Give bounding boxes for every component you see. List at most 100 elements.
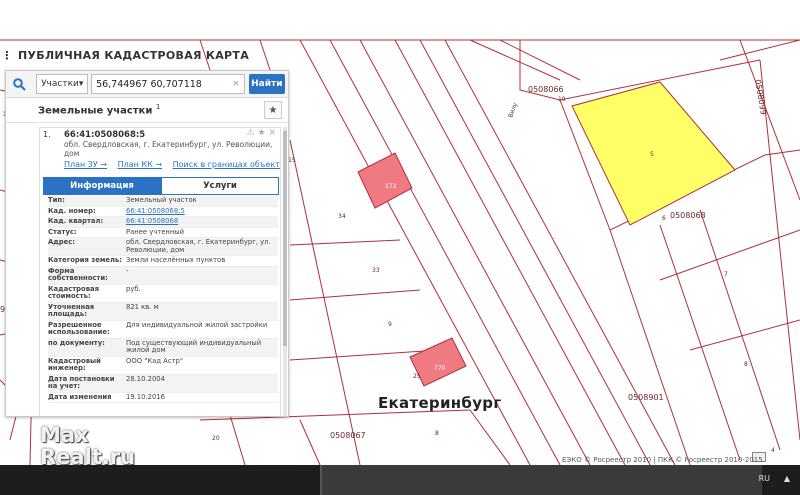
chevron-down-icon: ▾ <box>78 79 84 89</box>
info-key: Тип: <box>48 196 65 204</box>
tab-info[interactable]: Информация <box>43 177 161 195</box>
info-table: Тип: Земельный участок Кад. номер: 66:41:05… <box>48 196 278 403</box>
info-row: Дата постановки на учет: 28.10.2004 <box>48 374 278 393</box>
language-indicator[interactable]: RU <box>759 474 770 483</box>
taskbar: RU ▲ <box>0 465 800 495</box>
info-key: Дата постановки на учет: <box>48 374 115 390</box>
menu-icon[interactable]: ⋮ <box>0 49 14 62</box>
watermark-line1: Max <box>40 423 89 447</box>
quarter-label-0508068: 0508068 <box>670 211 706 220</box>
lot-label-15: 15 <box>288 157 296 164</box>
parcel-card: 1. 66:41:0508068:5 ⚠ ★ × обл. Свердловск… <box>39 127 281 416</box>
lot-label-34: 34 <box>338 213 346 220</box>
info-key: Разрешенное использование: <box>48 320 110 336</box>
info-key: Уточненная площадь: <box>48 302 95 318</box>
lot-label-20: 20 <box>212 435 220 442</box>
info-row: Статус: Ранее учтенный <box>48 227 278 238</box>
card-tabs: Информация Услуги <box>43 177 279 195</box>
link-plan-kk[interactable]: План КК → <box>118 160 162 169</box>
info-key: Дата изменения <box>48 392 112 401</box>
lot-label-4: 4 <box>771 447 775 454</box>
search-panel: Участки ▾ 56,744967 60,707118 × Найти Зе… <box>5 70 289 417</box>
app-title: ПУБЛИЧНАЯ КАДАСТРОВАЯ КАРТА <box>18 48 250 62</box>
tray-icon[interactable]: ▲ <box>784 474 790 483</box>
info-key: Кадастровый инженер: <box>48 356 101 372</box>
star-icon[interactable]: ★ <box>264 101 282 119</box>
lot-label-7: 7 <box>724 271 728 278</box>
info-row: Кад. номер: 66:41:0508068:5 <box>48 206 278 217</box>
info-value: Земли населённых пунктов <box>126 256 226 264</box>
info-value: ООО "Кад Астр" <box>126 356 183 365</box>
info-key: Кадастровая стоимость: <box>48 284 99 300</box>
info-value: 821 кв. м <box>126 302 159 311</box>
quarter-label-0508901: 0508901 <box>628 393 664 402</box>
info-value: - <box>126 266 129 275</box>
copyright: ЕЭКО © Росреестр 2010 | ПКК © Росреестр … <box>562 456 763 464</box>
tab-services[interactable]: Услуги <box>161 177 279 195</box>
info-row: Кад. квартал: 66:41:0508068 <box>48 217 278 228</box>
quarter-label-0508067: 0508067 <box>330 431 366 440</box>
info-row: Адрес: обл. Свердловская, г. Екатеринбург… <box>48 238 278 256</box>
lot-label-19: 19 <box>558 96 566 103</box>
lot-label-8: 8 <box>744 361 748 368</box>
section-count: 1 <box>155 103 161 112</box>
search-icon[interactable] <box>9 73 30 95</box>
info-value: 28.10.2004 <box>126 374 165 383</box>
info-row: Дата изменения 19.10.2016 <box>48 392 278 403</box>
card-links: План ЗУ → План КК → Поиск в границах объ… <box>64 160 280 169</box>
info-row: Разрешенное использование: Для индивидуал… <box>48 321 278 339</box>
info-value: Под существующий индивидуальный жилой до… <box>126 338 262 354</box>
info-row: Уточненная площадь: 821 кв. м <box>48 302 278 321</box>
info-key: Кад. квартал: <box>48 217 104 225</box>
info-value: 19.10.2016 <box>126 392 165 401</box>
info-value: Ранее учтенный <box>126 227 185 236</box>
lot-label-33: 33 <box>372 267 380 274</box>
info-row: по документу: Под существующий индивидуал… <box>48 338 278 357</box>
card-index: 1. <box>43 130 51 139</box>
info-key: Кад. номер: <box>48 206 96 215</box>
lot-label-6: 6 <box>662 215 666 222</box>
map-label-bld1: 172 <box>385 183 397 190</box>
find-button[interactable]: Найти <box>248 74 286 94</box>
favorite-icon[interactable]: ★ <box>258 128 266 138</box>
lot-label-25: 25 <box>413 373 421 380</box>
warning-icon[interactable]: ⚠ <box>247 128 255 138</box>
clear-icon[interactable]: × <box>232 79 240 89</box>
lot-label-8b: 8 <box>435 430 439 437</box>
card-actions: ⚠ ★ × <box>247 128 276 138</box>
info-key: Форма собственности: <box>48 266 108 282</box>
watermark: Max Realt.ru <box>40 424 135 468</box>
info-value: Земельный участок <box>126 196 197 204</box>
app-header: ⋮ ПУБЛИЧНАЯ КАДАСТРОВАЯ КАРТА <box>0 44 249 66</box>
close-icon[interactable]: × <box>268 128 276 138</box>
card-address: обл. Свердловская, г. Екатеринбург, ул. … <box>64 140 273 158</box>
lot-label-5: 5 <box>650 151 654 158</box>
info-key: Категория земель: <box>48 256 122 264</box>
city-label: Екатеринбург <box>378 394 502 412</box>
info-value[interactable]: 66:41:0508068:5 <box>126 207 278 217</box>
lot-label-9: 9 <box>388 321 392 328</box>
info-value[interactable]: 66:41:0508068 <box>126 217 278 227</box>
scrollbar-thumb[interactable] <box>283 131 287 346</box>
info-key: Статус: <box>48 227 77 236</box>
category-select[interactable]: Участки ▾ <box>36 74 89 94</box>
info-row: Кадастровый инженер: ООО "Кад Астр" <box>48 357 278 375</box>
info-value: Для индивидуальной жилой застройки <box>126 320 268 329</box>
quarter-label-0508066: 0508066 <box>528 85 564 94</box>
info-row: Кадастровая стоимость: руб. <box>48 285 278 303</box>
taskbar-window[interactable] <box>320 465 762 495</box>
search-bar: Участки ▾ 56,744967 60,707118 × Найти <box>6 71 288 98</box>
panel-scrollbar[interactable] <box>283 127 287 416</box>
info-key: по документу: <box>48 338 105 347</box>
search-input[interactable]: 56,744967 60,707118 × <box>91 74 245 94</box>
info-row: Тип: Земельный участок <box>48 196 278 207</box>
info-key: Адрес: <box>48 238 75 246</box>
link-search-bounds[interactable]: Поиск в границах объекта → <box>173 160 280 169</box>
info-value: руб. <box>126 284 141 293</box>
map-label-bld2: 770 <box>434 365 446 372</box>
link-plan-zu[interactable]: План ЗУ → <box>64 160 107 169</box>
search-input-value: 56,744967 60,707118 <box>96 78 202 90</box>
section-title: Земельные участки <box>38 105 153 117</box>
info-row: Форма собственности: - <box>48 266 278 285</box>
card-cad-number[interactable]: 66:41:0508068:5 <box>64 130 145 140</box>
